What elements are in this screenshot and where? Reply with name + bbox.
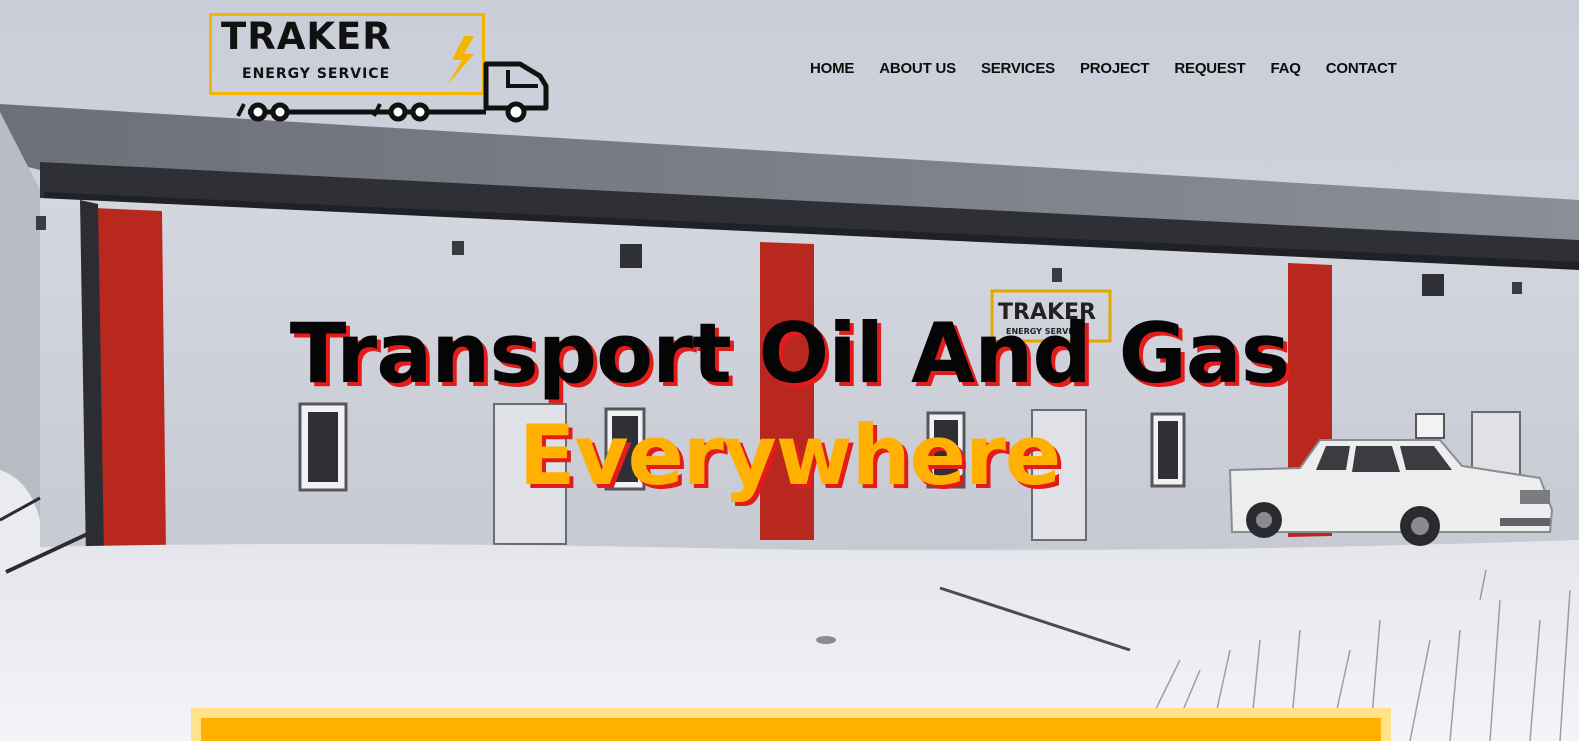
feature-card-frame	[191, 708, 1391, 741]
feature-card	[201, 718, 1381, 741]
traker-logo-link[interactable]: TRAKER ENERGY SERVICE	[208, 12, 553, 127]
nav-item-faq[interactable]: FAQ	[1271, 60, 1301, 78]
nav-item-request[interactable]: REQUEST	[1174, 60, 1245, 78]
truck-lightning-icon	[236, 36, 549, 123]
nav-item-about-us[interactable]: ABOUT US	[879, 60, 956, 78]
home-page: TRAKER ENERGY SERVICE TRAKER ENERGY SERV…	[0, 0, 1579, 741]
nav-item-services[interactable]: SERVICES	[981, 60, 1055, 78]
main-nav: HOME ABOUT US SERVICES PROJECT REQUEST F…	[810, 60, 1397, 78]
hero-title: Transport Oil And Gas	[289, 305, 1290, 402]
nav-item-project[interactable]: PROJECT	[1080, 60, 1150, 78]
hero-subtitle: Everywhere	[518, 407, 1061, 504]
nav-item-contact[interactable]: CONTACT	[1326, 60, 1397, 78]
nav-item-home[interactable]: HOME	[810, 60, 854, 78]
